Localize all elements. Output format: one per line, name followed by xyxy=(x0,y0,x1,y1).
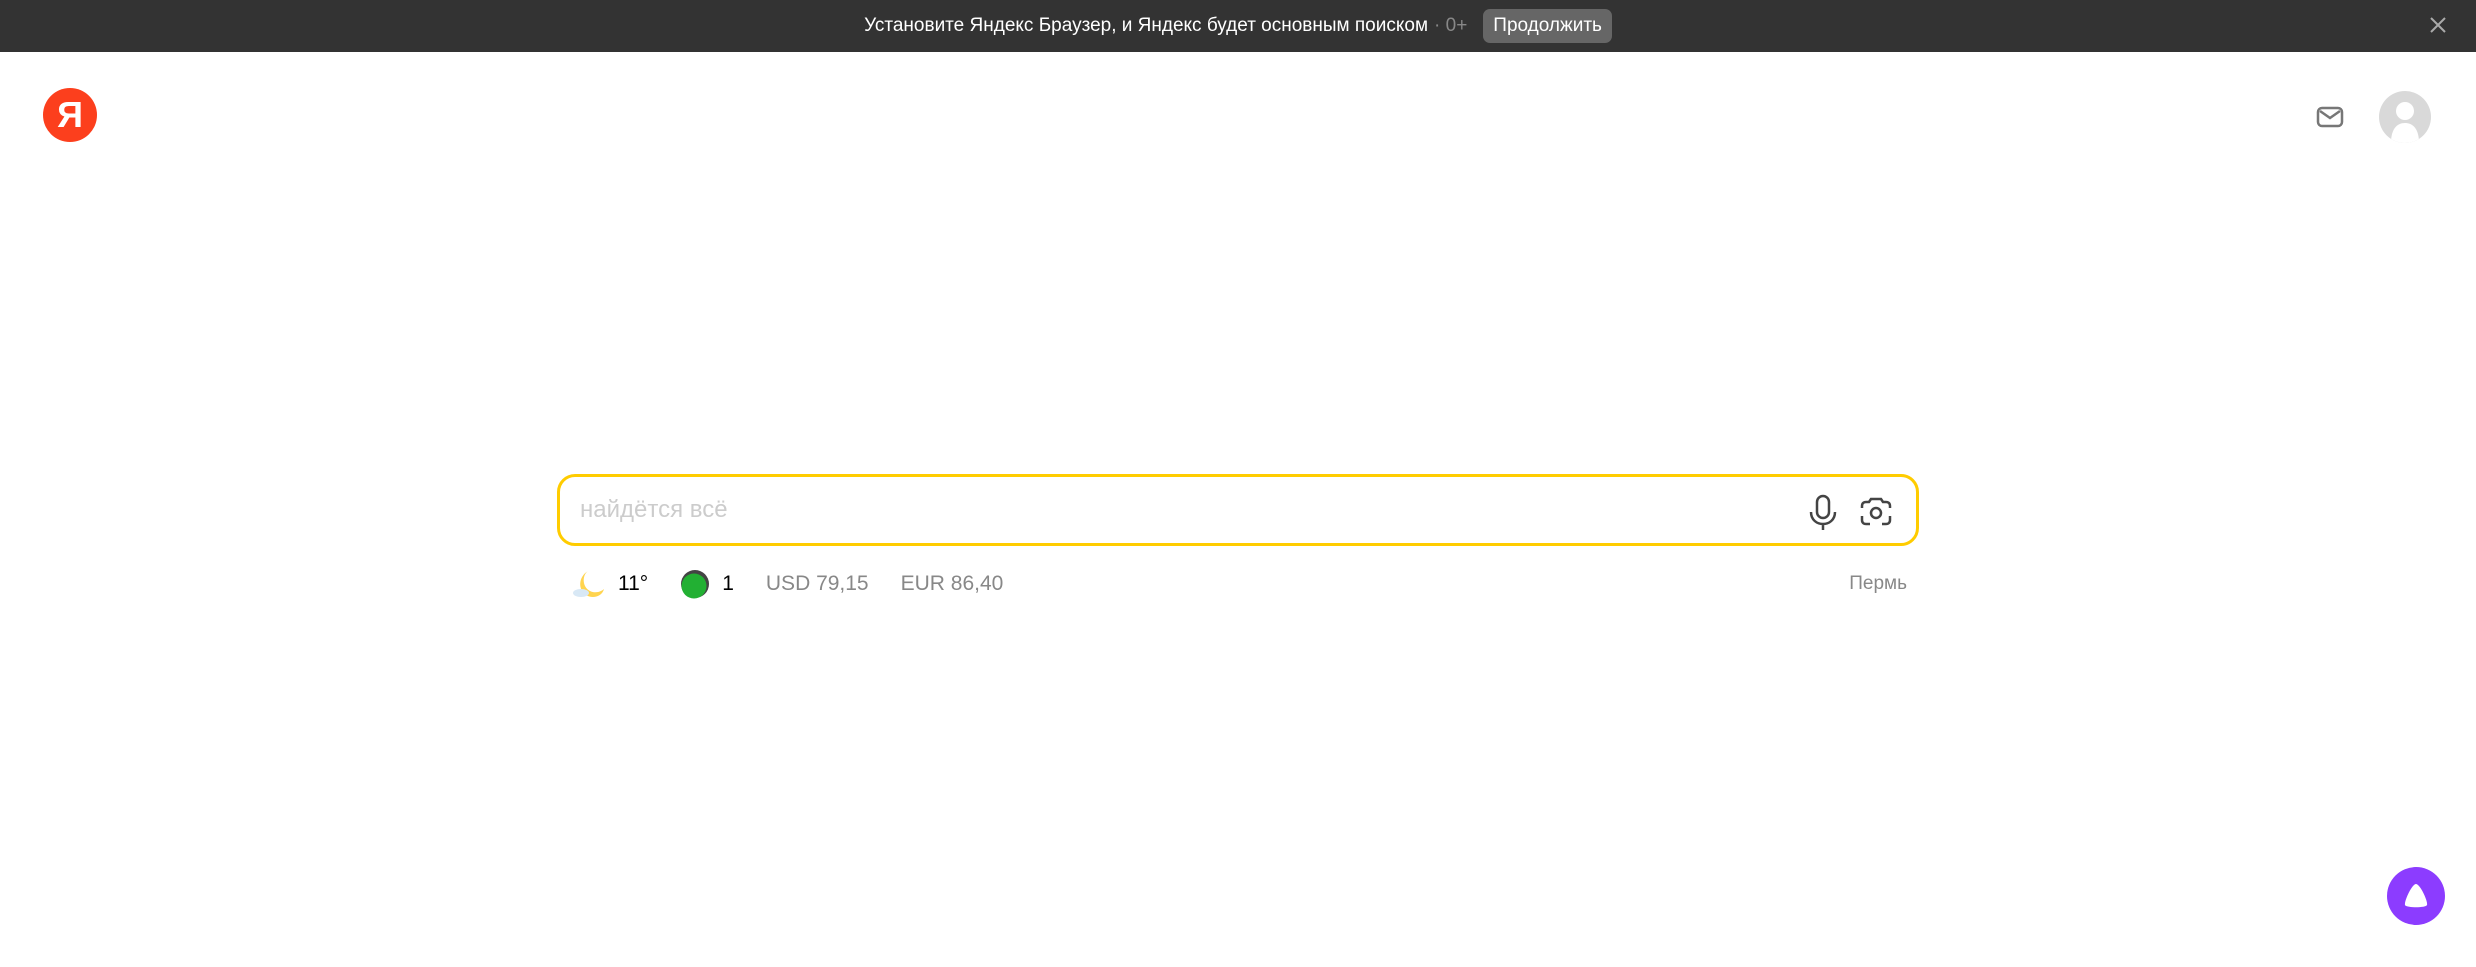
banner-text: Установите Яндекс Браузер, и Яндекс буде… xyxy=(864,15,1429,36)
logo-letter: Я xyxy=(57,94,83,135)
continue-button[interactable]: Продолжить xyxy=(1483,9,1612,43)
close-icon[interactable] xyxy=(2426,13,2450,37)
temperature: 11° xyxy=(618,572,649,595)
traffic-icon xyxy=(681,570,710,599)
search-box xyxy=(557,474,1919,546)
traffic-informer[interactable]: 1 xyxy=(680,569,734,599)
yandex-logo[interactable]: Я xyxy=(43,88,97,142)
alice-icon xyxy=(2404,884,2428,908)
city-link[interactable]: Пермь xyxy=(1849,573,1907,595)
moon-cloud-icon xyxy=(573,571,604,597)
alice-button[interactable] xyxy=(2387,867,2445,925)
microphone-icon[interactable] xyxy=(1807,494,1839,532)
age-rating: · 0+ xyxy=(1434,15,1468,36)
camera-search-icon[interactable] xyxy=(1858,494,1894,530)
informers-row: 11° 1 USD 79,15 EUR 86,40 Пермь xyxy=(572,566,1907,602)
usd-rate[interactable]: USD 79,15 xyxy=(766,572,869,596)
mail-icon[interactable] xyxy=(2316,106,2344,128)
weather-informer[interactable]: 11° xyxy=(572,569,648,599)
search-input[interactable] xyxy=(580,496,1916,524)
eur-rate[interactable]: EUR 86,40 xyxy=(901,572,1004,596)
avatar[interactable] xyxy=(2379,91,2431,143)
browser-promo-banner: Установите Яндекс Браузер, и Яндекс буде… xyxy=(0,0,2476,52)
traffic-level: 1 xyxy=(722,572,734,595)
user-silhouette-icon xyxy=(2391,102,2419,143)
